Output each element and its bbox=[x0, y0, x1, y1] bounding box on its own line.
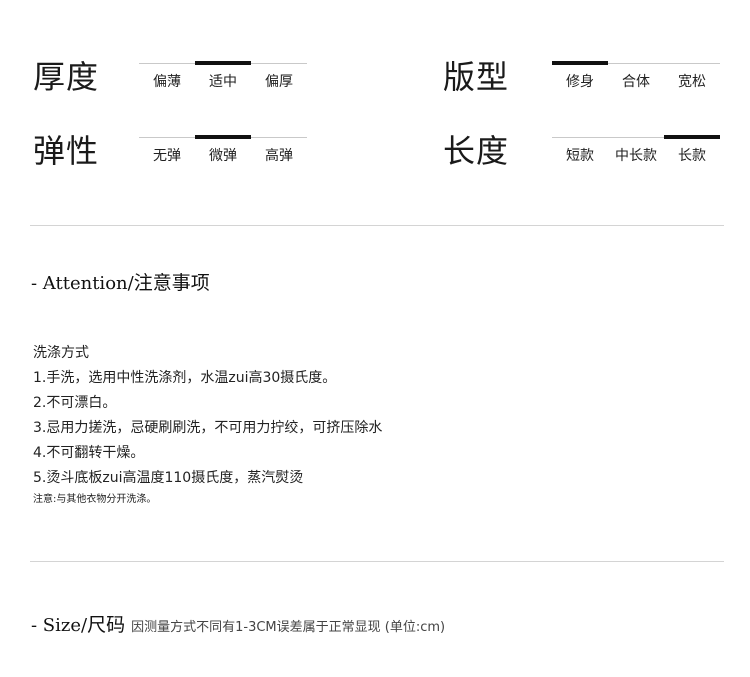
scale-marker bbox=[664, 135, 720, 139]
scale-option-1: 偏薄 bbox=[153, 74, 181, 90]
section-divider bbox=[30, 561, 724, 562]
attention-heading-cjk: 注意事项 bbox=[133, 272, 210, 294]
scale-marker bbox=[195, 135, 251, 139]
size-heading-latin: - Size/ bbox=[31, 615, 88, 636]
scale-option-3: 高弹 bbox=[265, 148, 293, 164]
scale-option-2: 适中 bbox=[209, 74, 237, 90]
scale-option-2: 中长款 bbox=[615, 148, 657, 164]
thickness-title: 厚度 bbox=[33, 58, 100, 96]
care-item: 2.不可漂白。 bbox=[33, 395, 117, 411]
scale-option-2: 合体 bbox=[622, 74, 650, 90]
care-note: 注意:与其他衣物分开洗涤。 bbox=[33, 494, 157, 505]
care-item: 4.不可翻转干燥。 bbox=[33, 445, 145, 461]
scale-option-1: 修身 bbox=[566, 74, 594, 90]
section-divider bbox=[30, 225, 724, 226]
scale-option-3: 宽松 bbox=[678, 74, 706, 90]
scale-marker bbox=[552, 61, 608, 65]
scale-option-2: 微弹 bbox=[209, 148, 237, 164]
care-item: 3.忌用力搓洗，忌硬刷刷洗，不可用力拧绞，可挤压除水 bbox=[33, 420, 383, 436]
size-heading-cjk: 尺码 bbox=[87, 614, 126, 636]
length-title: 长度 bbox=[443, 132, 510, 170]
scale-option-1: 短款 bbox=[566, 148, 594, 164]
attention-heading-latin: - Attention/ bbox=[31, 273, 134, 294]
fit-scale: 修身 合体 宽松 bbox=[552, 61, 720, 101]
thickness-scale: 偏薄 适中 偏厚 bbox=[139, 61, 307, 101]
elasticity-scale: 无弹 微弹 高弹 bbox=[139, 135, 307, 175]
care-item: 1.手洗，选用中性洗涤剂，水温zui高30摄氏度。 bbox=[33, 370, 337, 386]
size-note: 因测量方式不同有1-3CM误差属于正常显现 (单位:cm) bbox=[131, 620, 446, 635]
care-title: 洗涤方式 bbox=[33, 345, 89, 361]
length-scale: 短款 中长款 长款 bbox=[552, 135, 720, 175]
scale-option-1: 无弹 bbox=[153, 148, 181, 164]
scale-option-3: 长款 bbox=[678, 148, 706, 164]
scale-option-3: 偏厚 bbox=[265, 74, 293, 90]
elasticity-title: 弹性 bbox=[33, 132, 100, 170]
attention-heading: - Attention/注意事项 bbox=[31, 268, 210, 295]
size-heading: - Size/尺码 因测量方式不同有1-3CM误差属于正常显现 (单位:cm) bbox=[31, 610, 445, 637]
care-instructions: 洗涤方式 1.手洗，选用中性洗涤剂，水温zui高30摄氏度。 2.不可漂白。 3… bbox=[33, 343, 382, 507]
fit-title: 版型 bbox=[443, 58, 510, 96]
care-item: 5.烫斗底板zui高温度110摄氏度，蒸汽熨烫 bbox=[33, 470, 304, 486]
scale-marker bbox=[195, 61, 251, 65]
